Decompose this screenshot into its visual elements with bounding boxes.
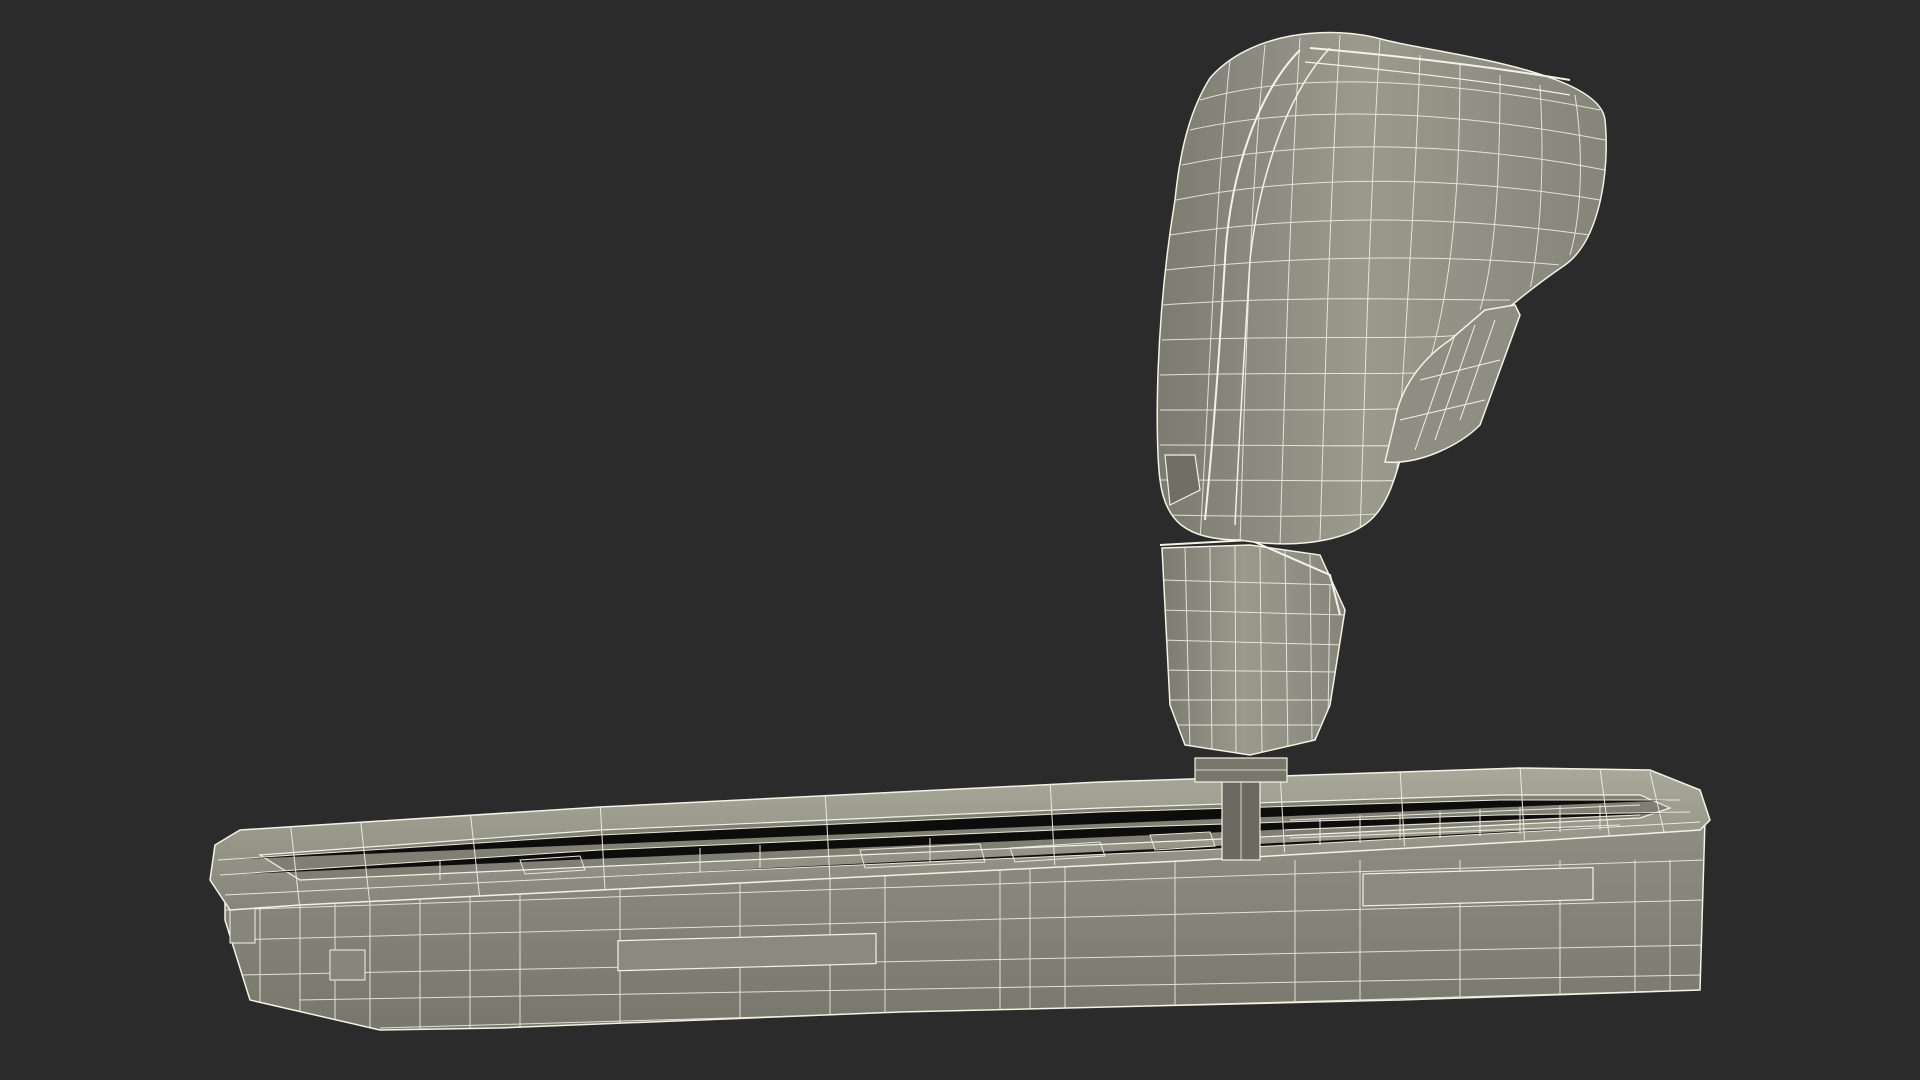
render-viewport <box>0 0 1920 1080</box>
wireframe-model <box>209 31 1711 1031</box>
console-tray <box>209 767 1711 1031</box>
shift-knob-upper <box>1156 31 1607 545</box>
shift-knob-lower <box>1159 538 1346 756</box>
